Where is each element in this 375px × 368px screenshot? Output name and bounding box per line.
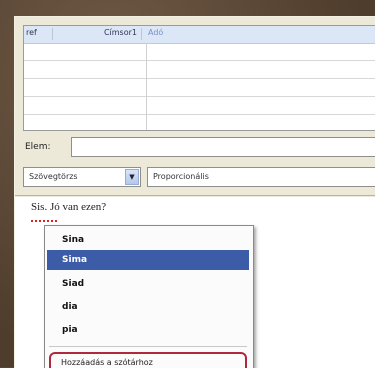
spacing-dropdown-value: Proporcionális (153, 172, 209, 181)
element-row: Elem: (23, 137, 375, 159)
spelling-context-menu: Sina Sima Siad dia pia Hozzáadás a szótá… (44, 225, 254, 368)
menu-divider (49, 346, 247, 347)
sample-text[interactable]: Sis. Jó van ezen? (31, 201, 106, 213)
table-row[interactable] (24, 43, 375, 61)
table-header-cell[interactable]: Adó (148, 28, 208, 40)
style-dropdown-value: Szövegtörzs (29, 172, 78, 181)
table-row[interactable] (24, 79, 375, 97)
element-label: Elem: (25, 142, 51, 152)
menu-item-suggestion[interactable]: Sina (47, 230, 249, 250)
menu-item-suggestion-selected[interactable]: Sima (47, 250, 249, 270)
data-table[interactable]: ref Címsor1 Adó (23, 25, 375, 131)
table-row[interactable] (24, 97, 375, 115)
table-column-divider (146, 43, 147, 130)
menu-item-suggestion[interactable]: dia (47, 297, 249, 317)
table-row[interactable] (24, 61, 375, 79)
menu-item-suggestion[interactable]: Siad (47, 274, 249, 294)
style-dropdown[interactable]: Szövegtörzs ▼ (23, 167, 141, 187)
editor-window: ref Címsor1 Adó Elem: Szövegtörzs ▼ Prop… (14, 16, 375, 368)
spelling-error-underline (31, 217, 57, 222)
menu-item-suggestion[interactable]: pia (47, 320, 249, 340)
add-to-dictionary-item[interactable]: Hozzáadás a szótárhoz (49, 352, 247, 368)
divider (15, 195, 375, 196)
element-input[interactable] (71, 137, 375, 157)
chevron-down-icon[interactable]: ▼ (125, 169, 139, 185)
table-header-cell[interactable]: Címsor1 (54, 28, 142, 40)
text-area[interactable]: Sis. Jó van ezen? Sina Sima Siad dia pia… (15, 197, 375, 368)
spacing-dropdown[interactable]: Proporcionális (147, 167, 375, 187)
table-header: ref Címsor1 Adó (24, 26, 375, 44)
style-toolbar: Szövegtörzs ▼ Proporcionális (23, 167, 375, 189)
table-header-cell[interactable]: ref (26, 28, 53, 40)
